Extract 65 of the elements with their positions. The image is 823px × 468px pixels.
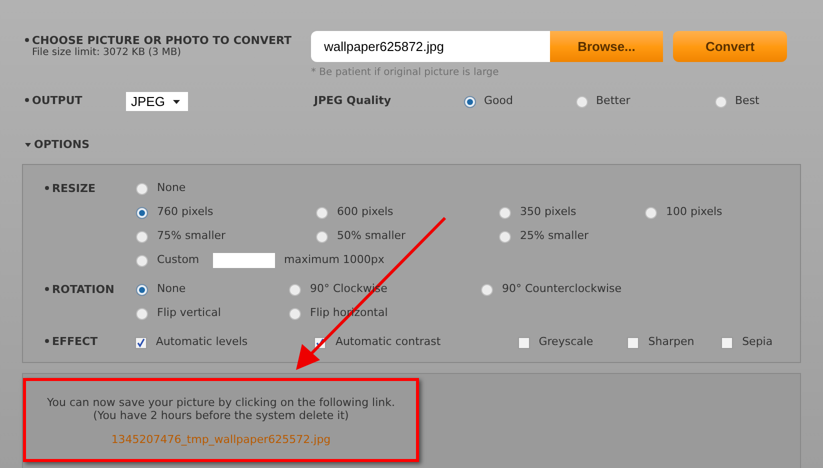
radio-label: None: [157, 281, 186, 298]
radio-button[interactable]: [316, 230, 328, 242]
file-input-field[interactable]: wallpaper625872.jpg: [311, 31, 550, 62]
radio-button[interactable]: [136, 182, 148, 194]
radio-button[interactable]: [136, 254, 148, 266]
radio-label: 760 pixels: [157, 204, 214, 220]
radio-label: 75% smaller: [157, 228, 226, 244]
quality-label: JPEG Quality: [314, 93, 392, 110]
radio-button[interactable]: [715, 96, 727, 108]
bullet-icon: [25, 98, 29, 102]
caret-icon[interactable]: [25, 143, 31, 148]
radio-button[interactable]: [481, 284, 493, 296]
radio-label: Flip vertical: [157, 305, 221, 322]
section-label: OPTIONS: [34, 137, 90, 153]
hint-text: * Be patient if original picture is large: [311, 66, 500, 80]
section-label: OUTPUT: [25, 93, 126, 110]
section-label: RESIZE: [45, 176, 136, 272]
radio-label: Good: [484, 93, 513, 110]
radio-button[interactable]: [136, 308, 148, 320]
radio-button[interactable]: [289, 308, 301, 320]
checkbox-label: Automatic levels: [156, 334, 248, 350]
result-message: You can now save your picture by clicking on the following link.: [46, 396, 396, 408]
size-limit-note: maximum 1000px: [284, 252, 384, 268]
checkbox-label: Greyscale: [538, 334, 594, 350]
custom-size-field[interactable]: [213, 253, 275, 268]
radio-button[interactable]: [136, 230, 148, 242]
bullet-icon: [25, 38, 29, 42]
checkbox[interactable]: [721, 336, 734, 348]
radio-button[interactable]: [645, 206, 657, 218]
checkbox[interactable]: [134, 336, 147, 348]
result-message: (You have 2 hours before the system delete it): [93, 408, 349, 422]
bullet-icon: [45, 186, 49, 190]
convert-button[interactable]: Convert: [673, 31, 787, 62]
browse-button[interactable]: Browse...: [550, 31, 663, 62]
bullet-icon: [45, 286, 49, 290]
radio-button[interactable]: [499, 230, 511, 242]
radio-label: 100 pixels: [666, 204, 722, 220]
file-size-note: File size limit: 3072 KB (3 MB): [31, 47, 182, 59]
radio-button[interactable]: [289, 284, 301, 296]
section-label: CHOOSE PICTURE OR PHOTO TO CONVERT: [25, 34, 311, 47]
radio-label: 600 pixels: [337, 204, 394, 220]
checkbox-label: Automatic contrast: [335, 334, 441, 350]
radio-button[interactable]: [316, 206, 328, 218]
section-label: EFFECT: [45, 334, 135, 351]
radio-button[interactable]: [136, 206, 148, 218]
radio-button[interactable]: [464, 96, 476, 108]
radio-button[interactable]: [136, 284, 148, 296]
radio-label: 350 pixels: [520, 204, 576, 220]
checkbox[interactable]: [627, 336, 640, 348]
radio-label: Custom: [157, 252, 200, 268]
radio-label: None: [157, 180, 186, 196]
format-dropdown[interactable]: JPEG: [126, 92, 188, 111]
checkbox-label: Sepia: [742, 334, 773, 350]
radio-button[interactable]: [576, 96, 588, 108]
section-label: ROTATION: [45, 278, 136, 326]
radio-label: 50% smaller: [337, 228, 406, 244]
bullet-icon: [45, 339, 49, 344]
caret-icon: [172, 100, 180, 104]
radio-label: Better: [596, 93, 630, 110]
radio-button[interactable]: [499, 206, 511, 218]
checkbox[interactable]: [518, 336, 530, 348]
radio-label: 90° Counterclockwise: [502, 281, 622, 298]
radio-label: 25% smaller: [520, 228, 589, 244]
radio-label: Best: [735, 93, 760, 110]
checkbox-label: Sharpen: [648, 334, 694, 350]
